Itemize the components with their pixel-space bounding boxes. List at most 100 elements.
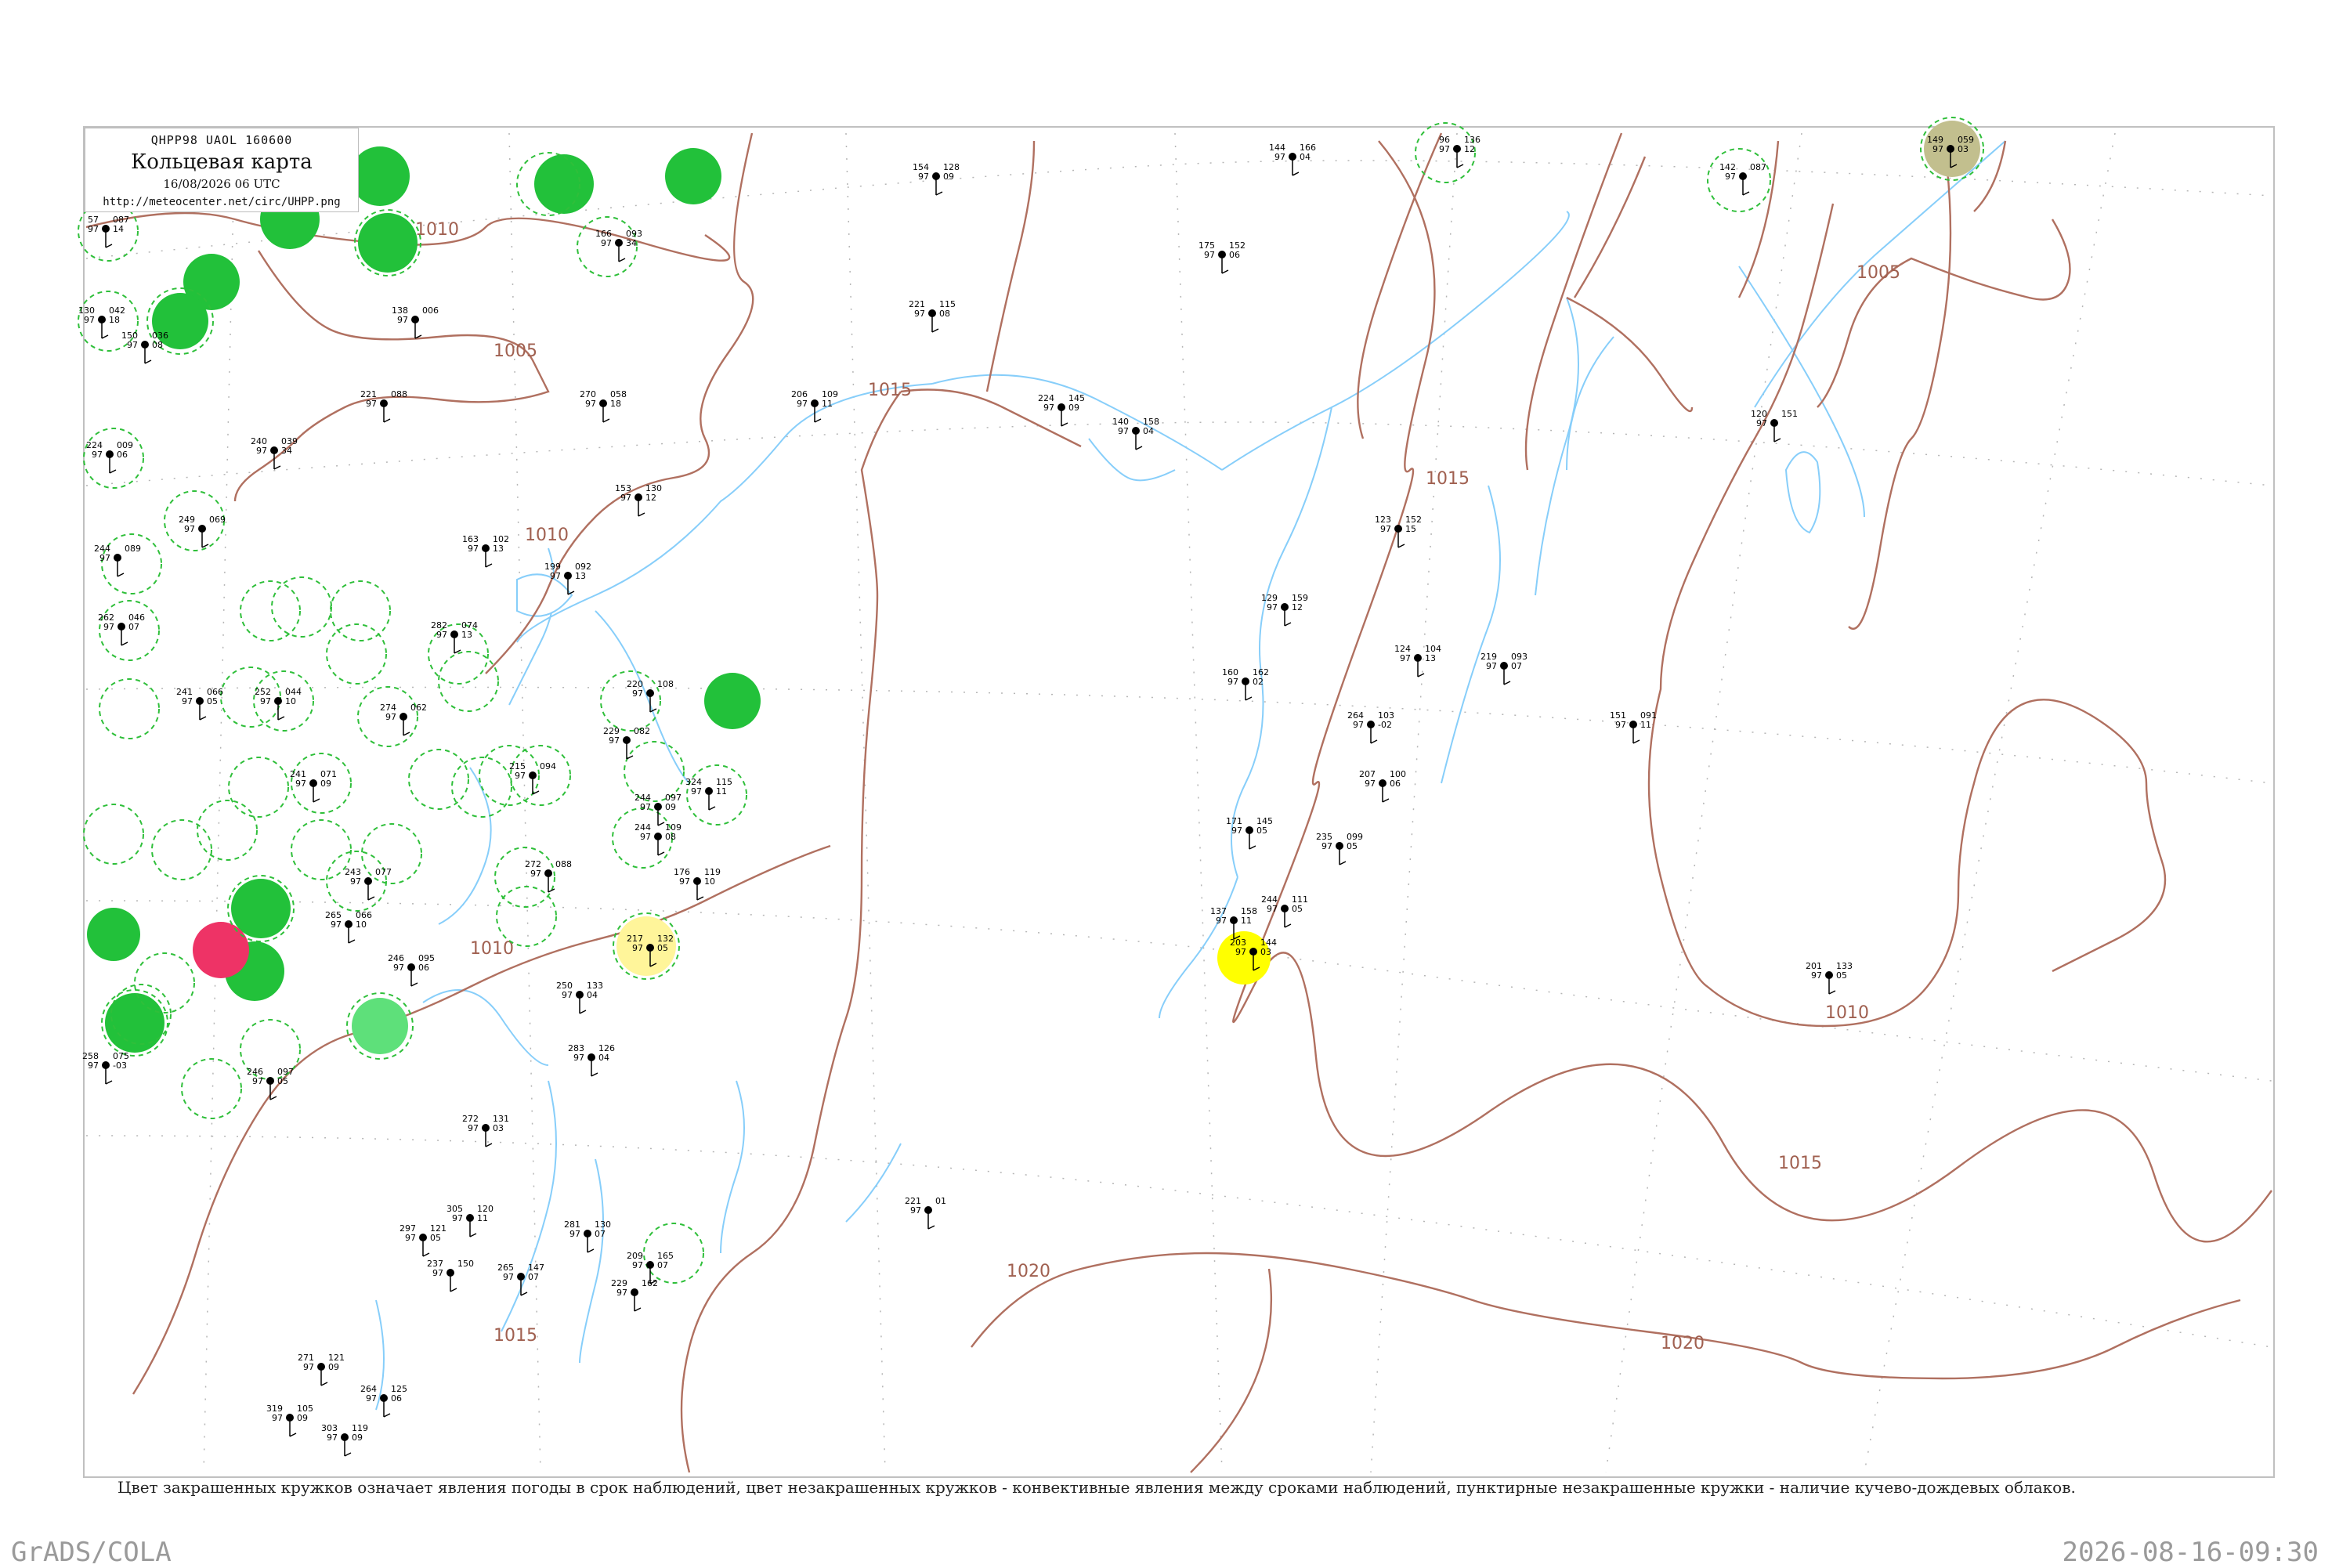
station-pressure-tendency: 97 [691, 786, 702, 797]
station-pressure-tendency: 97 [182, 696, 193, 706]
station-plot: 1249710413 [1394, 644, 1441, 677]
station-pressure-tendency: 97 [256, 446, 267, 456]
station-pressure-tendency: 97 [585, 399, 596, 409]
station-value-right-lower: 08 [939, 309, 950, 319]
station-value-right-lower: 03 [1958, 144, 1969, 154]
station-pressure-tendency: 97 [393, 963, 404, 973]
station-plot: 2069710911 [791, 389, 838, 423]
station-pressure-tendency: 97 [1204, 250, 1215, 260]
station-plot: 2509713304 [556, 981, 603, 1014]
legend-box: QHPP98 UAOL 160600 Кольцевая карта 16/08… [85, 128, 359, 212]
station-value-right-lower: 03 [493, 1123, 504, 1133]
software-credit: GrADS/COLA [11, 1537, 172, 1568]
station-value-right-lower: 11 [822, 399, 833, 409]
station-value-right-lower: 06 [391, 1393, 402, 1404]
station-value-right-lower: 11 [1241, 916, 1252, 926]
station-value-right-lower: 05 [1256, 826, 1267, 836]
station-pressure-tendency: 97 [640, 802, 651, 812]
station-value-right: 108 [657, 679, 674, 689]
station-plot: 2359709905 [1316, 832, 1363, 865]
station-value-right: 088 [391, 389, 407, 399]
station-pressure-tendency: 97 [331, 919, 342, 930]
station-plot: 2829707413 [431, 620, 478, 654]
station-value-right-lower: 09 [352, 1433, 363, 1443]
station-pressure-tendency: 97 [1353, 720, 1364, 730]
station-pressure-tendency: 97 [550, 571, 561, 581]
station-plot: 2449709709 [634, 793, 682, 826]
station-plot: 2019713305 [1806, 961, 1853, 995]
source-url: http://meteocenter.net/circ/UHPP.png [103, 196, 341, 208]
station-value-right-lower: 04 [1143, 426, 1154, 436]
station-value-right-lower: 08 [152, 340, 163, 350]
station-value-right-lower: 34 [281, 446, 292, 456]
station-pressure-tendency: 97 [260, 696, 271, 706]
isobar-label: 1015 [868, 381, 912, 400]
rain-circle [352, 998, 408, 1054]
station-value-right-lower: 13 [1425, 653, 1436, 663]
latlon-grid [85, 132, 2272, 1473]
station-pressure-tendency: 97 [366, 399, 377, 409]
station-pressure-tendency: 97 [914, 309, 925, 319]
station-pressure-tendency: 97 [1380, 524, 1391, 534]
station-plot: 14297087 [1719, 162, 1766, 196]
station-pressure-tendency: 97 [1365, 779, 1376, 789]
isobar-label: 1005 [494, 341, 537, 361]
station-value-right-lower: -02 [1378, 720, 1392, 730]
station-plot: 2719712109 [298, 1353, 345, 1386]
thunder-circle [534, 154, 594, 214]
station-plot: 26497103-02 [1347, 710, 1394, 744]
station-pressure-tendency: 97 [1274, 152, 1285, 162]
station-plot: 1769711910 [674, 867, 721, 901]
station-pressure-tendency: 97 [88, 1060, 99, 1071]
station-pressure-tendency: 97 [452, 1213, 463, 1223]
station-plot: 2469709506 [388, 953, 435, 987]
station-plot: 24997069 [179, 515, 226, 548]
isobar-label: 1020 [1007, 1262, 1050, 1281]
station-markers: 5797087141309704218150970360813897006221… [78, 135, 1974, 1457]
station-pressure-tendency: 97 [303, 1362, 314, 1372]
station-pressure-tendency: 97 [679, 876, 690, 887]
station-pressure-tendency: 97 [103, 622, 114, 632]
station-plot: 25897075-03 [82, 1051, 129, 1085]
station-plot: 2199709307 [1480, 652, 1528, 685]
station-value-right-lower: 10 [285, 696, 296, 706]
station-plot: 22097108 [627, 679, 674, 713]
station-plot: 3039711909 [321, 1423, 368, 1457]
station-plot: 969713612 [1439, 135, 1480, 168]
station-pressure-tendency: 97 [88, 224, 99, 234]
station-value-right-lower: 09 [1068, 403, 1079, 413]
station-value-right-lower: 07 [657, 1260, 668, 1270]
station-value-right: 162 [642, 1278, 658, 1288]
station-plot: 2219701 [905, 1196, 946, 1230]
station-value-right-lower: 12 [645, 493, 656, 503]
station-value-right-lower: 10 [704, 876, 715, 887]
station-plot: 2079710006 [1359, 769, 1406, 803]
station-pressure-tendency: 97 [632, 1260, 643, 1270]
station-value-right: 077 [375, 867, 392, 877]
station-pressure-tendency: 97 [601, 238, 612, 248]
station-pressure-tendency: 97 [569, 1229, 580, 1239]
station-plot: 27297088 [525, 859, 572, 893]
station-pressure-tendency: 97 [272, 1413, 283, 1423]
station-pressure-tendency: 97 [295, 779, 306, 789]
station-pressure-tendency: 97 [1725, 172, 1736, 182]
station-pressure-tendency: 97 [530, 869, 541, 879]
station-value-right-lower: 08 [665, 832, 676, 842]
station-value-right-lower: 12 [1464, 144, 1475, 154]
station-pressure-tendency: 97 [503, 1272, 514, 1282]
station-plot: 23797150 [427, 1259, 474, 1292]
station-plot: 1639710213 [462, 534, 509, 568]
station-value-right: 087 [1750, 162, 1766, 172]
station-pressure-tendency: 97 [515, 771, 526, 781]
station-value-right-lower: 09 [328, 1362, 339, 1372]
thunder-circle [350, 146, 410, 206]
station-pressure-tendency: 97 [1267, 602, 1278, 612]
station-plot: 2419707109 [290, 769, 337, 803]
station-pressure-tendency: 97 [1235, 947, 1246, 957]
station-pressure-tendency: 97 [468, 1123, 479, 1133]
isobar-label: 1010 [470, 939, 514, 959]
station-plot: 24497089 [94, 544, 141, 577]
station-value-right-lower: 05 [657, 943, 668, 953]
station-plot: 2629704607 [98, 612, 145, 646]
station-pressure-tendency: 97 [84, 315, 95, 325]
